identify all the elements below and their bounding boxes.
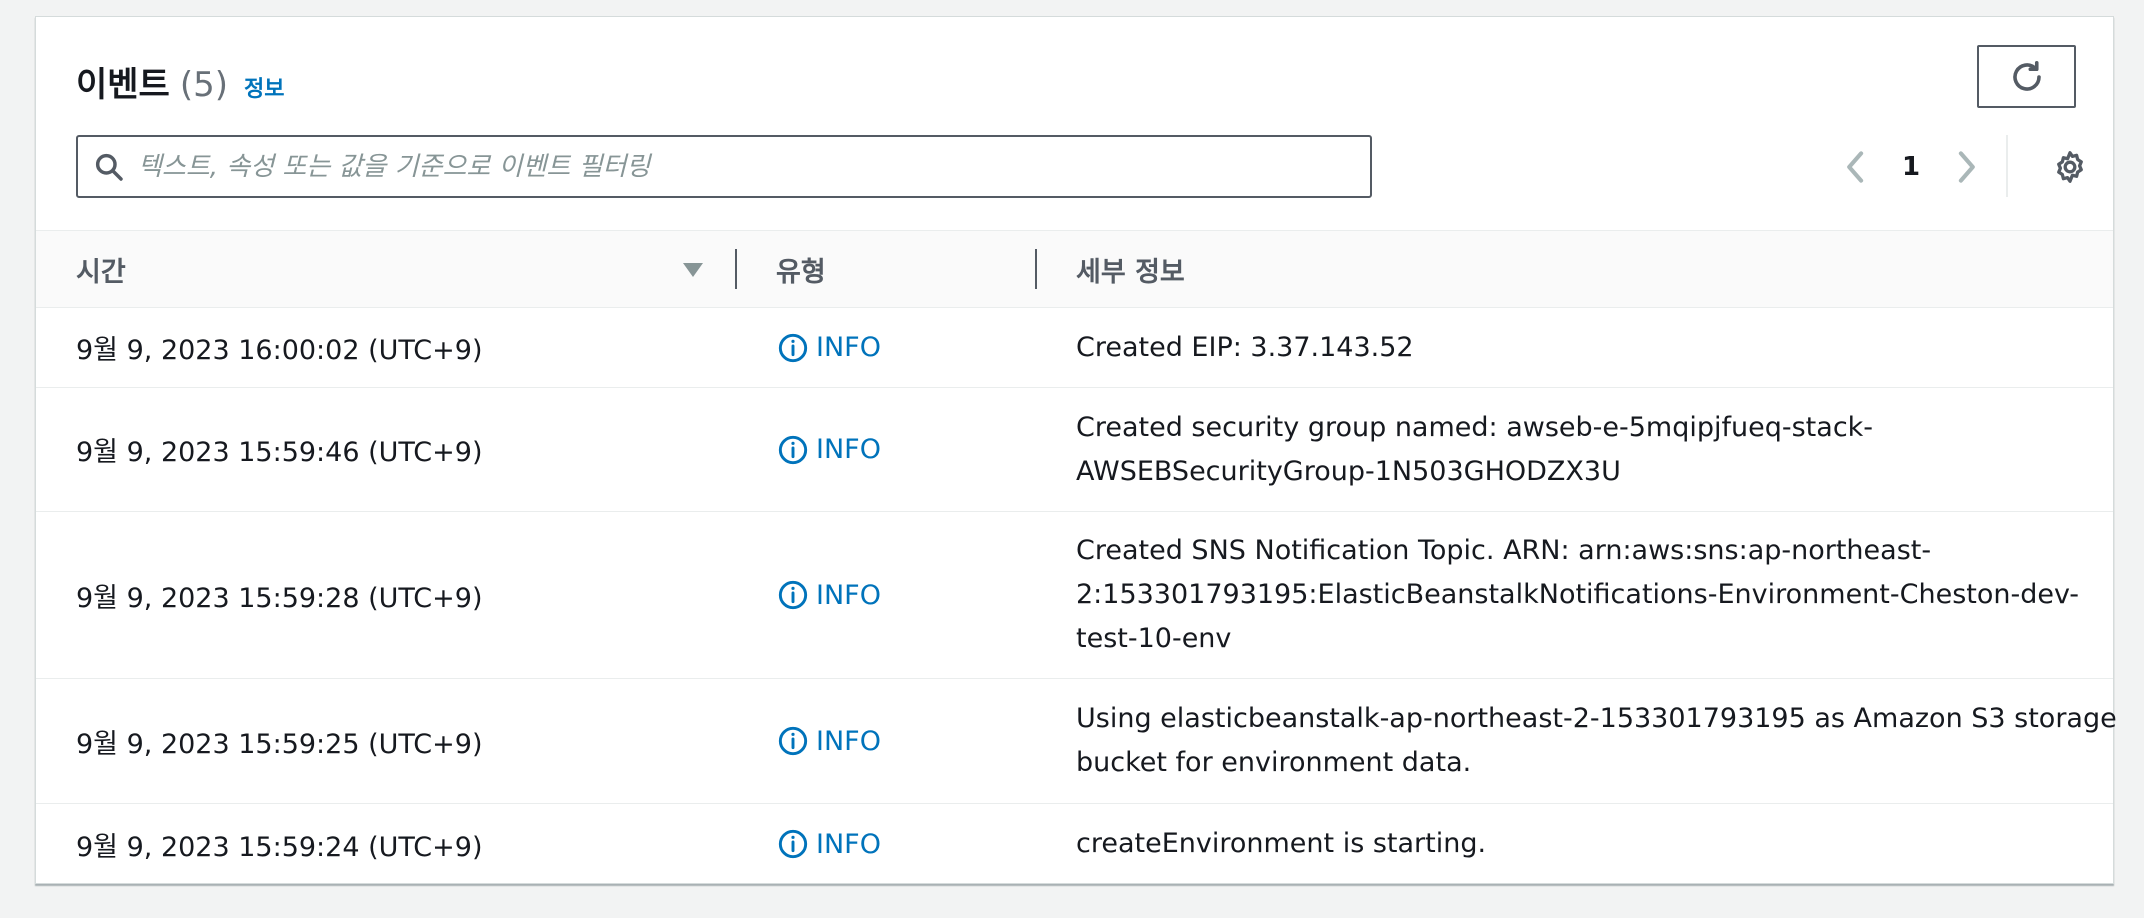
detail-line: 2:153301793195:ElasticBeanstalkNotificat… [1076, 579, 2079, 610]
detail-line: AWSEBSecurityGroup-1N503GHODZX3U [1076, 455, 1621, 487]
event-time: 9월 9, 2023 15:59:24 (UTC+9) [76, 831, 483, 863]
table-header: 시간 유형 세부 정보 [36, 230, 2113, 308]
column-header-type[interactable]: 유형 [776, 231, 826, 307]
event-detail: Created SNS Notification Topic. ARN: arn… [1076, 512, 2086, 678]
column-resizer[interactable] [735, 249, 737, 289]
search-icon [92, 150, 126, 184]
event-time: 9월 9, 2023 15:59:46 (UTC+9) [76, 437, 483, 468]
column-resizer[interactable] [1035, 249, 1037, 289]
detail-line: Created security group named: awseb-e-5m… [1076, 411, 1874, 443]
detail-line: createEnvironment is starting. [1076, 828, 1487, 859]
event-time: 9월 9, 2023 16:00:02 (UTC+9) [76, 335, 483, 366]
chevron-left-icon [1847, 151, 1864, 183]
event-type-label: INFO [816, 332, 881, 363]
info-circle-icon [776, 433, 810, 467]
next-page-button[interactable] [1946, 147, 1986, 187]
event-type-label: INFO [816, 434, 881, 465]
current-page[interactable]: 1 [1876, 152, 1946, 182]
column-header-time[interactable]: 시간 [76, 231, 126, 307]
refresh-icon [2012, 60, 2041, 91]
table-row: 9월 9, 2023 16:00:02 (UTC+9) INFO Created… [36, 308, 2113, 388]
pagination: 1 [1836, 147, 1986, 187]
table-row: 9월 9, 2023 15:59:24 (UTC+9) INFO createE… [36, 804, 2113, 884]
detail-line: Created EIP: 3.37.143.52 [1076, 331, 1414, 363]
event-type: INFO [776, 804, 881, 884]
column-label-detail: 세부 정보 [1076, 256, 1185, 288]
column-label-time: 시간 [76, 256, 126, 288]
detail-line: test-10-env [1076, 623, 1232, 654]
prev-page-button[interactable] [1836, 147, 1876, 187]
info-link[interactable]: 정보 [244, 71, 284, 103]
events-panel: 이벤트 (5) 정보 1 [35, 16, 2117, 884]
detail-line: Using elasticbeanstalk-ap-northeast-2-15… [1076, 703, 2117, 734]
event-type-label: INFO [816, 725, 881, 757]
table-row: 9월 9, 2023 15:59:46 (UTC+9) INFO Created… [36, 388, 2113, 512]
pager-divider [2006, 135, 2008, 197]
refresh-button[interactable] [1977, 45, 2076, 108]
column-label-type: 유형 [776, 256, 826, 288]
info-circle-icon [776, 724, 810, 758]
panel-header: 이벤트 (5) 정보 1 [36, 17, 2113, 230]
info-circle-icon [776, 578, 810, 612]
gear-icon [2057, 151, 2083, 183]
table-row: 9월 9, 2023 15:59:28 (UTC+9) INFO Created… [36, 512, 2113, 679]
event-count: (5) [179, 65, 229, 105]
page-title: 이벤트 (5) 정보 [76, 57, 285, 107]
chevron-right-icon [1958, 151, 1975, 183]
detail-line: Created SNS Notification Topic. ARN: arn… [1076, 535, 1932, 566]
title-text: 이벤트 [76, 65, 170, 105]
preferences-button[interactable] [2050, 147, 2090, 187]
event-type-label: INFO [816, 579, 881, 611]
event-type: INFO [776, 512, 881, 678]
caret-down-icon[interactable] [681, 258, 705, 282]
event-detail: Created EIP: 3.37.143.52 [1076, 308, 2086, 387]
search-field[interactable] [76, 135, 1372, 198]
event-time: 9월 9, 2023 15:59:25 (UTC+9) [76, 728, 483, 760]
info-circle-icon [776, 827, 810, 861]
column-header-detail[interactable]: 세부 정보 [1076, 231, 1185, 307]
detail-line: bucket for environment data. [1076, 747, 1472, 778]
event-detail: Using elasticbeanstalk-ap-northeast-2-15… [1076, 679, 2117, 803]
search-input[interactable] [138, 141, 1370, 192]
event-detail: createEnvironment is starting. [1076, 804, 2086, 884]
event-detail: Created security group named: awseb-e-5m… [1076, 388, 2086, 511]
event-type-label: INFO [816, 828, 881, 860]
event-type: INFO [776, 388, 881, 511]
event-type: INFO [776, 679, 881, 803]
info-circle-icon [776, 331, 810, 365]
event-time: 9월 9, 2023 15:59:28 (UTC+9) [76, 582, 483, 614]
event-type: INFO [776, 308, 881, 387]
table-row: 9월 9, 2023 15:59:25 (UTC+9) INFO Using e… [36, 679, 2117, 804]
table-body: 9월 9, 2023 16:00:02 (UTC+9) INFO Created… [36, 308, 2117, 884]
